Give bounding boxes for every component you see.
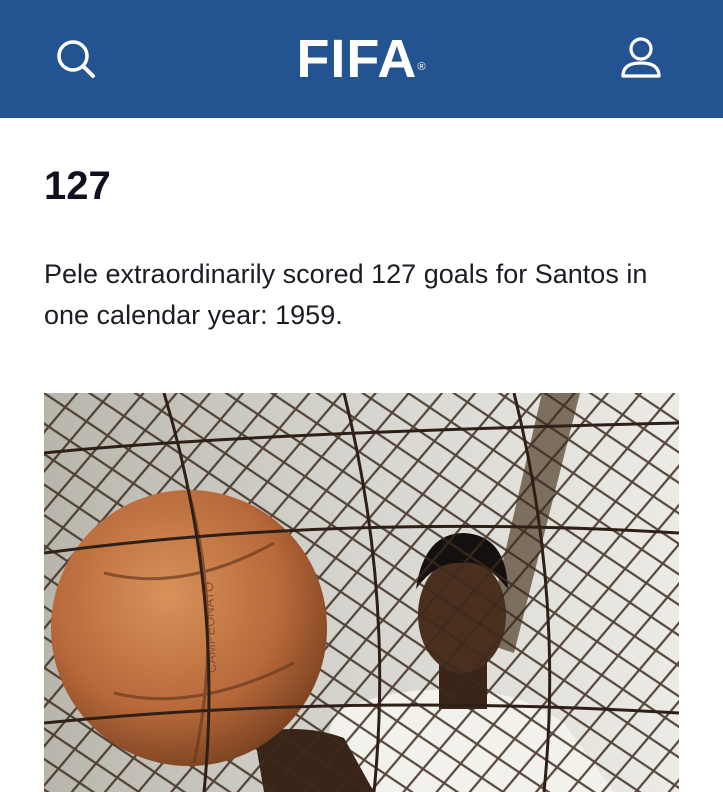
user-icon bbox=[621, 37, 661, 78]
stat-description: Pele extraordinarily scored 127 goals fo… bbox=[44, 259, 648, 330]
stat-number: 127 bbox=[44, 164, 111, 208]
fifa-logo[interactable]: FIFA® bbox=[0, 30, 723, 88]
account-button[interactable] bbox=[618, 36, 664, 82]
logo-text: FIFA bbox=[296, 29, 418, 89]
registered-mark: ® bbox=[417, 61, 427, 73]
top-nav-bar: FIFA® bbox=[0, 0, 723, 118]
pele-photo: CAMPEONATO bbox=[44, 393, 679, 792]
